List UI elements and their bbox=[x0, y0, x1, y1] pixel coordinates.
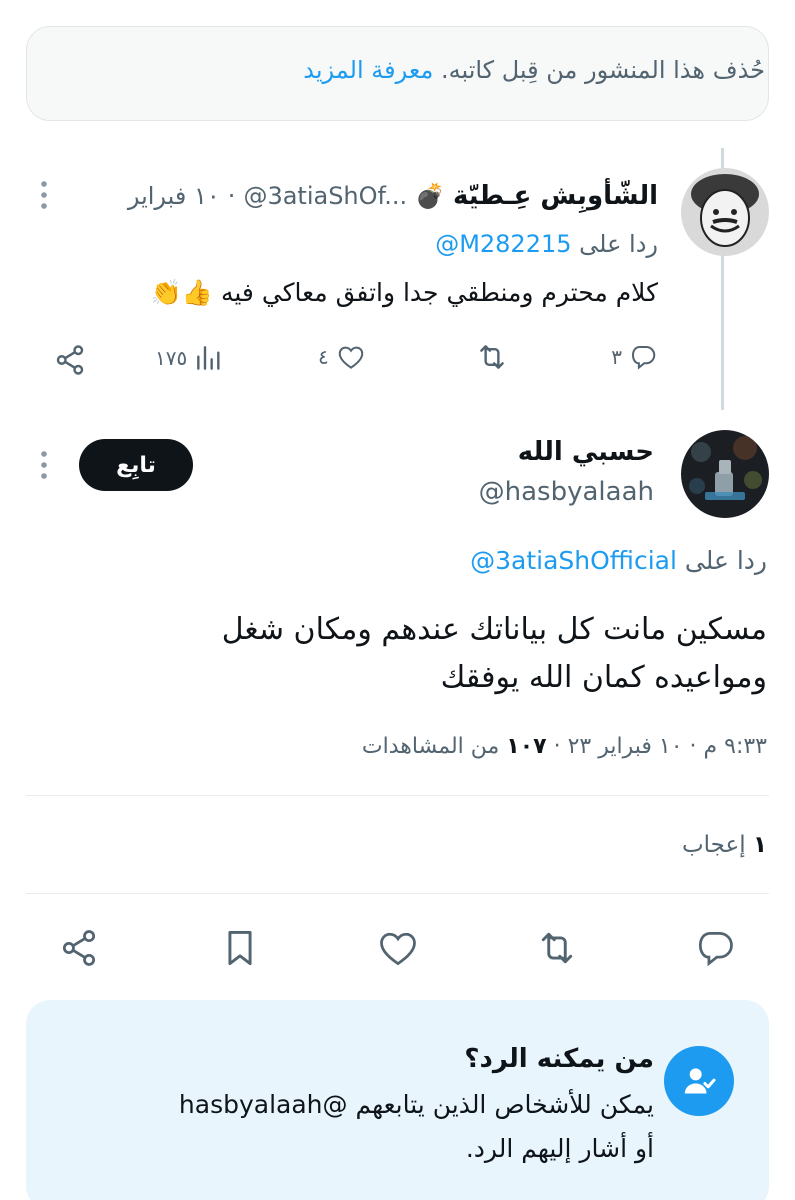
main-action-bookmark[interactable] bbox=[217, 926, 263, 970]
divider bbox=[26, 893, 769, 894]
reply-text: كلام محترم ومنطقي جدا واتفق معاكي فيه 👍👏 bbox=[150, 278, 658, 307]
reply-action-share[interactable] bbox=[52, 342, 88, 378]
retweet-icon bbox=[480, 345, 504, 369]
divider bbox=[26, 795, 769, 796]
tweet-time[interactable]: ٩:٣٣ م · ١٠ فبراير ٢٣ · bbox=[554, 734, 767, 759]
like-count: ٤ bbox=[318, 345, 329, 369]
heart-icon bbox=[380, 932, 416, 966]
main-action-reply[interactable] bbox=[692, 926, 738, 970]
main-replying-to-handle[interactable]: @3atiaShOfficial bbox=[470, 546, 677, 575]
reply-count: ٣ bbox=[611, 345, 622, 369]
reply-more-icon[interactable] bbox=[38, 180, 50, 210]
main-action-like[interactable] bbox=[375, 926, 421, 970]
reply-icon bbox=[631, 346, 656, 370]
reply-date[interactable]: ١٠ فبراير bbox=[128, 182, 220, 210]
reply-author-name[interactable]: الشّأوبِش عِـطيّة bbox=[453, 181, 658, 211]
reply-action-reply[interactable]: ٣ bbox=[611, 342, 658, 372]
likes-summary[interactable]: ١ إعجاب bbox=[682, 832, 767, 858]
deleted-notice-text: حُذف هذا المنشور من قِبل كاتبه. معرفة ال… bbox=[303, 56, 765, 84]
share-icon bbox=[62, 930, 96, 966]
retweet-icon bbox=[541, 932, 573, 964]
heart-icon bbox=[338, 346, 364, 369]
views-icon bbox=[197, 346, 220, 370]
dot-separator: · bbox=[227, 182, 236, 210]
reply-icon bbox=[698, 931, 733, 967]
share-icon bbox=[56, 345, 84, 375]
replying-label: ردا على bbox=[579, 230, 658, 258]
main-replying-label: ردا على bbox=[684, 546, 767, 575]
main-author-avatar[interactable] bbox=[681, 430, 769, 518]
reply-action-retweet[interactable] bbox=[473, 340, 511, 374]
follow-button[interactable]: تابِع bbox=[79, 439, 193, 491]
main-tweet-meta: ٩:٣٣ م · ١٠ فبراير ٢٣ · ١٠٧ من المشاهدات bbox=[362, 734, 767, 759]
bookmark-icon bbox=[228, 930, 252, 966]
main-more-icon[interactable] bbox=[38, 450, 50, 480]
mention-person-icon bbox=[664, 1046, 734, 1116]
deleted-notice-message: حُذف هذا المنشور من قِبل كاتبه. bbox=[440, 56, 765, 84]
main-replying-to: ردا على @3atiaShOfficial bbox=[470, 546, 767, 575]
reply-author-avatar[interactable] bbox=[681, 168, 769, 256]
main-tweet-text: مسكين مانت كل بياناتك عندهم ومكان شغل وم… bbox=[221, 612, 767, 695]
likes-count: ١ bbox=[752, 832, 767, 858]
tweet-views-label: من المشاهدات bbox=[361, 734, 500, 759]
main-action-share[interactable] bbox=[56, 926, 102, 970]
likes-label: إعجاب bbox=[682, 832, 746, 858]
main-author-handle[interactable]: @hasbyalaah bbox=[479, 477, 654, 507]
main-action-retweet[interactable] bbox=[532, 926, 582, 970]
views-count: ١٧٥ bbox=[155, 346, 188, 370]
tweet-views-count: ١٠٧ bbox=[506, 734, 547, 759]
reply-action-views[interactable]: ١٧٥ bbox=[155, 342, 225, 374]
who-can-reply-line1: يمكن للأشخاص الذين يتابعهم @hasbyalaah bbox=[178, 1090, 654, 1119]
reply-action-like[interactable]: ٤ bbox=[318, 342, 367, 372]
reply-author-handle[interactable]: @3atiaShOf... bbox=[243, 182, 407, 210]
reply-header: الشّأوبِش عِـطيّة 💣 @3atiaShOf... · ١٠ ف… bbox=[128, 181, 658, 211]
learn-more-link[interactable]: معرفة المزيد bbox=[303, 56, 433, 84]
bomb-emoji: 💣 bbox=[415, 182, 446, 210]
replying-to-handle[interactable]: @M282215 bbox=[435, 230, 571, 258]
reply-replying-to: ردا على @M282215 bbox=[435, 230, 658, 258]
main-author-name[interactable]: حسبي الله bbox=[518, 437, 654, 467]
who-can-reply-line2: أو أشار إليهم الرد. bbox=[465, 1134, 654, 1163]
who-can-reply-title: من يمكنه الرد؟ bbox=[464, 1044, 654, 1074]
